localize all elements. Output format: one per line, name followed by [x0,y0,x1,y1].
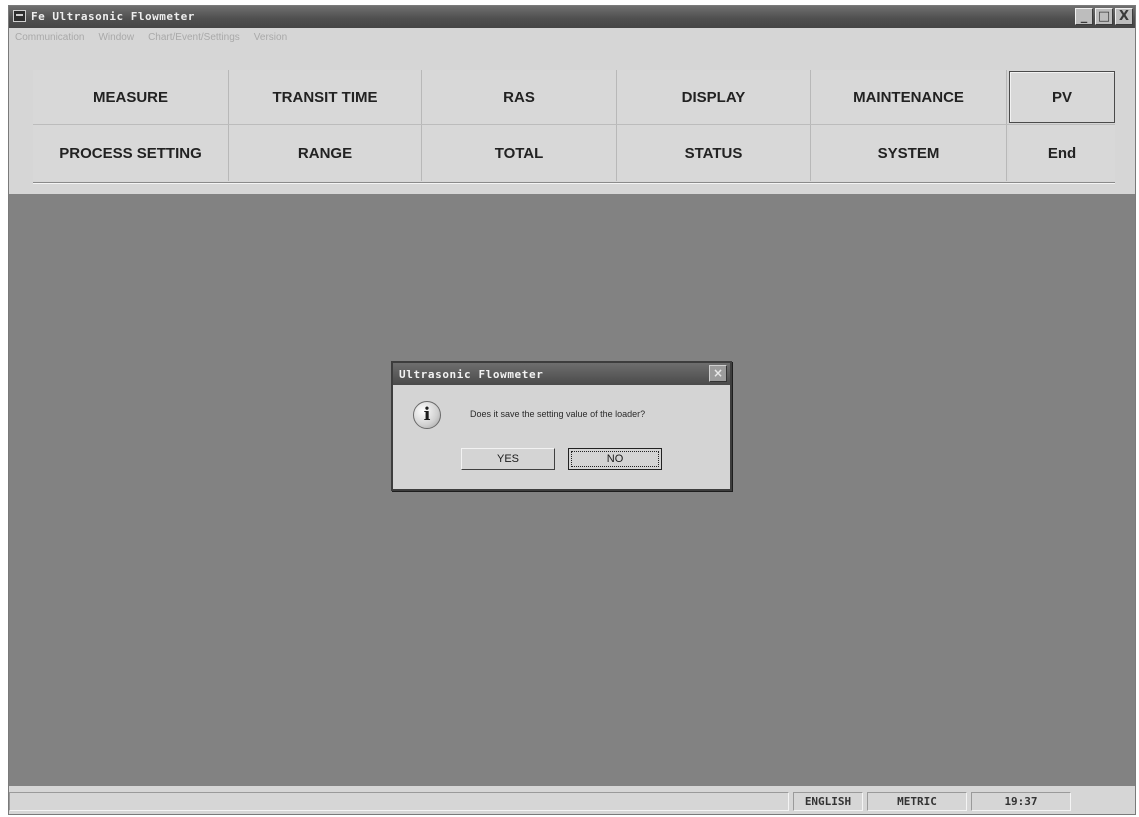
function-button-panel: MEASURE TRANSIT TIME RAS DISPLAY MAINTEN… [33,70,1115,184]
clock: 19:37 [971,792,1071,811]
minimize-button[interactable]: _ [1075,8,1093,25]
info-icon: i [413,401,441,429]
window-controls: _ □ X [1075,8,1133,25]
no-button[interactable]: NO [568,448,662,470]
units-indicator: METRIC [867,792,967,811]
menu-version[interactable]: Version [254,32,287,43]
save-confirm-dialog: Ultrasonic Flowmeter × i Does it save th… [391,361,732,491]
yes-button[interactable]: YES [461,448,555,470]
process-setting-button[interactable]: PROCESS SETTING [33,125,229,181]
maintenance-button[interactable]: MAINTENANCE [811,70,1007,124]
dialog-message: Does it save the setting value of the lo… [470,409,646,419]
close-button[interactable]: X [1115,8,1133,25]
system-button[interactable]: SYSTEM [811,125,1007,181]
status-bar: ENGLISH METRIC 19:37 [9,786,1135,814]
dialog-title-bar[interactable]: Ultrasonic Flowmeter × [393,363,730,385]
menu-communication[interactable]: Communication [15,32,84,43]
transit-time-button[interactable]: TRANSIT TIME [229,70,422,124]
menu-window[interactable]: Window [98,32,134,43]
total-button[interactable]: TOTAL [422,125,617,181]
language-indicator: ENGLISH [793,792,863,811]
title-bar[interactable]: Fe Ultrasonic Flowmeter _ □ X [9,6,1135,28]
status-button[interactable]: STATUS [617,125,811,181]
menu-chart-event-settings[interactable]: Chart/Event/Settings [148,32,240,43]
display-button[interactable]: DISPLAY [617,70,811,124]
measure-button[interactable]: MEASURE [33,70,229,124]
dialog-close-button[interactable]: × [709,365,727,382]
status-message-panel [9,792,789,811]
menu-bar: Communication Window Chart/Event/Setting… [9,28,1135,46]
window-title: Fe Ultrasonic Flowmeter [31,10,195,23]
app-icon[interactable] [13,10,26,22]
pv-button[interactable]: PV [1009,71,1115,123]
dialog-title: Ultrasonic Flowmeter [399,368,544,381]
workspace-area: Ultrasonic Flowmeter × i Does it save th… [9,194,1135,786]
ras-button[interactable]: RAS [422,70,617,124]
app-window: Fe Ultrasonic Flowmeter _ □ X Communicat… [8,5,1136,815]
maximize-button[interactable]: □ [1095,8,1113,25]
range-button[interactable]: RANGE [229,125,422,181]
end-button[interactable]: End [1009,125,1115,181]
